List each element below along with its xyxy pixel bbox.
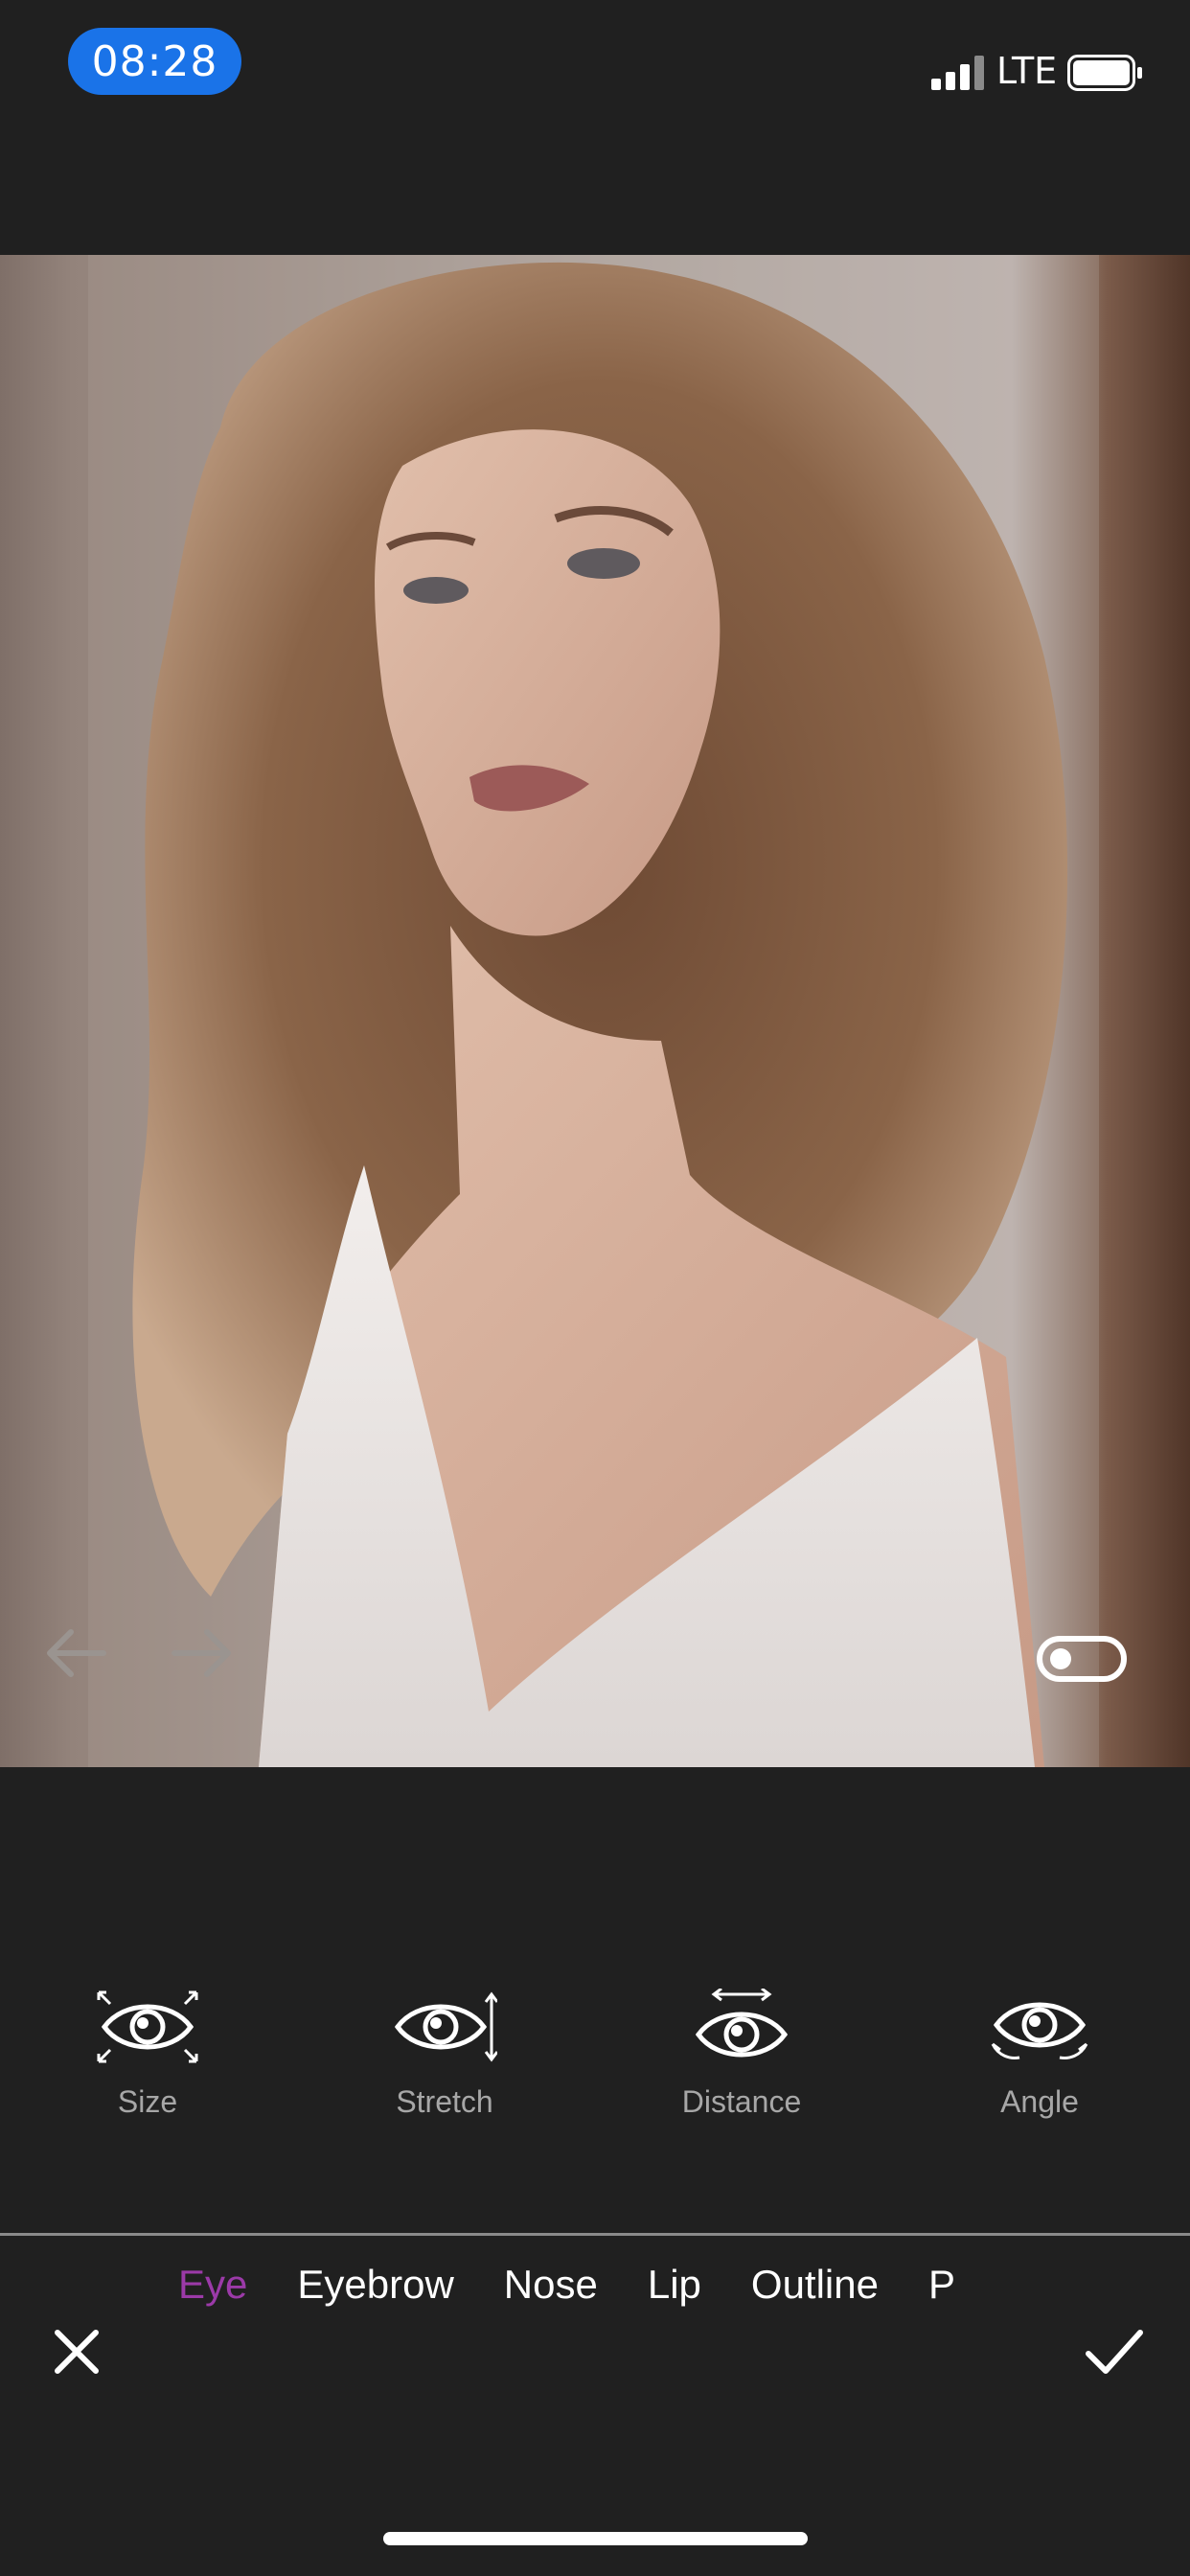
home-indicator bbox=[383, 2532, 808, 2545]
tool-size[interactable]: Size bbox=[42, 1989, 253, 2120]
category-tabs: Eye Eyebrow Nose Lip Outline P bbox=[178, 2262, 1005, 2319]
divider bbox=[0, 2233, 1190, 2236]
tab-lip[interactable]: Lip bbox=[648, 2262, 701, 2308]
redo-arrow-icon[interactable] bbox=[169, 1620, 236, 1687]
compare-toggle[interactable] bbox=[1037, 1636, 1127, 1682]
tab-eye[interactable]: Eye bbox=[178, 2262, 247, 2308]
cellular-signal-icon bbox=[931, 56, 984, 90]
portrait-photo bbox=[0, 255, 1190, 1767]
status-time: 08:28 bbox=[68, 28, 241, 95]
tool-label: Distance bbox=[681, 2084, 802, 2119]
tool-label: Size bbox=[117, 2084, 178, 2119]
eye-stretch-icon bbox=[394, 1991, 497, 2062]
tool-angle[interactable]: Angle bbox=[934, 1989, 1145, 2120]
status-bar: 08:28 LTE bbox=[0, 0, 1190, 125]
eye-distance-icon bbox=[695, 1989, 789, 2058]
eye-size-icon bbox=[97, 1990, 198, 2063]
checkmark-icon[interactable] bbox=[1085, 2327, 1144, 2377]
photo-canvas[interactable] bbox=[0, 255, 1190, 1767]
tool-label: Stretch bbox=[396, 2084, 493, 2119]
eye-angle-icon bbox=[991, 2002, 1088, 2059]
tab-eyebrow[interactable]: Eyebrow bbox=[297, 2262, 453, 2308]
tab-p[interactable]: P bbox=[928, 2262, 955, 2308]
tool-label: Angle bbox=[1000, 2084, 1079, 2119]
tool-distance[interactable]: Distance bbox=[636, 1989, 847, 2120]
tab-outline[interactable]: Outline bbox=[751, 2262, 879, 2308]
battery-icon bbox=[1067, 55, 1142, 91]
undo-arrow-icon[interactable] bbox=[42, 1620, 109, 1687]
close-icon[interactable] bbox=[52, 2327, 102, 2377]
tool-stretch[interactable]: Stretch bbox=[339, 1989, 550, 2120]
network-type: LTE bbox=[996, 50, 1058, 92]
tab-nose[interactable]: Nose bbox=[504, 2262, 598, 2308]
